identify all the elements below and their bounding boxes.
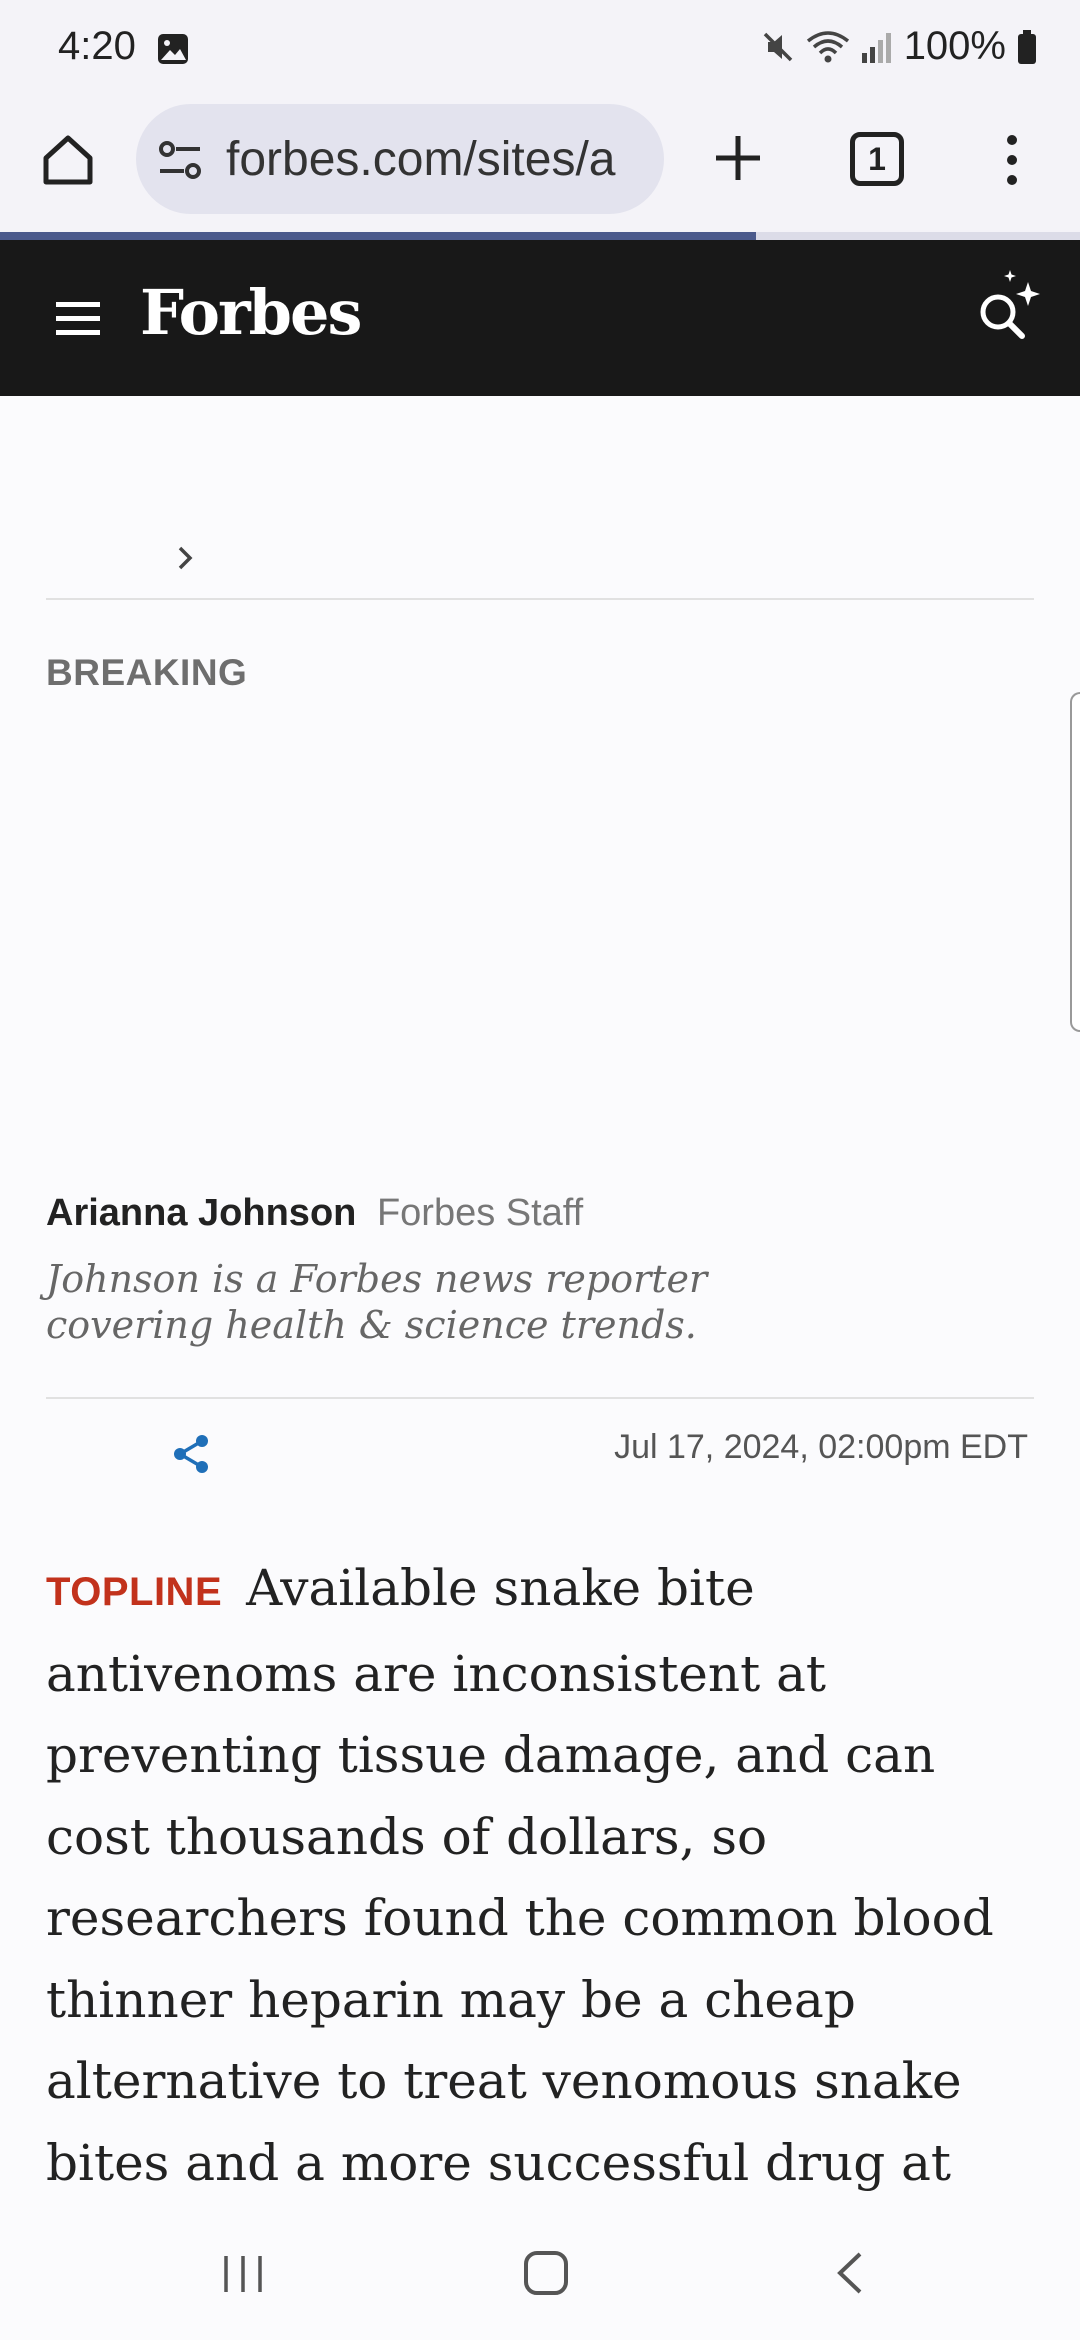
status-bar: 4:20 100% [0, 0, 1080, 100]
battery-icon [1018, 29, 1036, 64]
breadcrumb-chevron-icon[interactable] [172, 540, 200, 576]
site-header: Forbes [0, 240, 1080, 396]
article-kicker: BREAKING [46, 652, 248, 693]
new-tab-icon[interactable] [708, 128, 768, 188]
ai-search-icon[interactable] [968, 266, 1048, 346]
publish-date: Jul 17, 2024, 02:00pm EDT [614, 1428, 1028, 1467]
mute-icon [763, 32, 792, 61]
topline-text: Available snake bite antivenoms are inco… [46, 1559, 994, 2273]
page-load-progress-fill [0, 232, 756, 240]
author-byline: Arianna Johnson Forbes Staff [46, 1192, 583, 1235]
tab-switcher-button[interactable]: 1 [850, 132, 904, 186]
home-icon[interactable] [38, 130, 98, 190]
share-icon[interactable] [170, 1432, 214, 1476]
image-icon [158, 34, 188, 64]
battery-percent: 100% [903, 24, 1006, 68]
page-load-progress [0, 232, 1080, 240]
more-menu-icon[interactable] [994, 130, 1030, 190]
author-name[interactable]: Arianna Johnson [46, 1192, 356, 1234]
topline-label: TOPLINE [46, 1570, 223, 1614]
recents-icon[interactable] [220, 2252, 266, 2296]
byline-divider [46, 1397, 1034, 1399]
hamburger-menu-icon[interactable] [54, 298, 102, 338]
back-icon[interactable] [832, 2248, 868, 2298]
address-bar[interactable]: forbes.com/sites/a [136, 104, 664, 214]
breadcrumb-divider [46, 598, 1034, 600]
signal-icon [861, 32, 891, 63]
author-bio: Johnson is a Forbes news reporter coveri… [46, 1257, 708, 1347]
status-icons: 100% [760, 24, 1038, 69]
system-navigation-bar [0, 2200, 1080, 2340]
article-topline: TOPLINE Available snake bite antivenoms a… [46, 1548, 1036, 2286]
publish-date-day: Jul 17, 2024, [614, 1428, 809, 1466]
publish-date-time: 02:00pm EDT [818, 1428, 1028, 1466]
nav-home-icon[interactable] [522, 2248, 570, 2298]
status-time: 4:20 [58, 24, 136, 68]
url-text[interactable]: forbes.com/sites/a [226, 132, 615, 187]
wifi-icon [806, 30, 849, 62]
side-drawer-handle[interactable] [1070, 692, 1080, 1032]
tab-count: 1 [868, 140, 886, 177]
browser-toolbar: forbes.com/sites/a 1 [0, 100, 1080, 232]
site-settings-icon[interactable] [158, 140, 202, 180]
site-logo[interactable]: Forbes [140, 276, 362, 349]
author-role: Forbes Staff [376, 1192, 584, 1234]
